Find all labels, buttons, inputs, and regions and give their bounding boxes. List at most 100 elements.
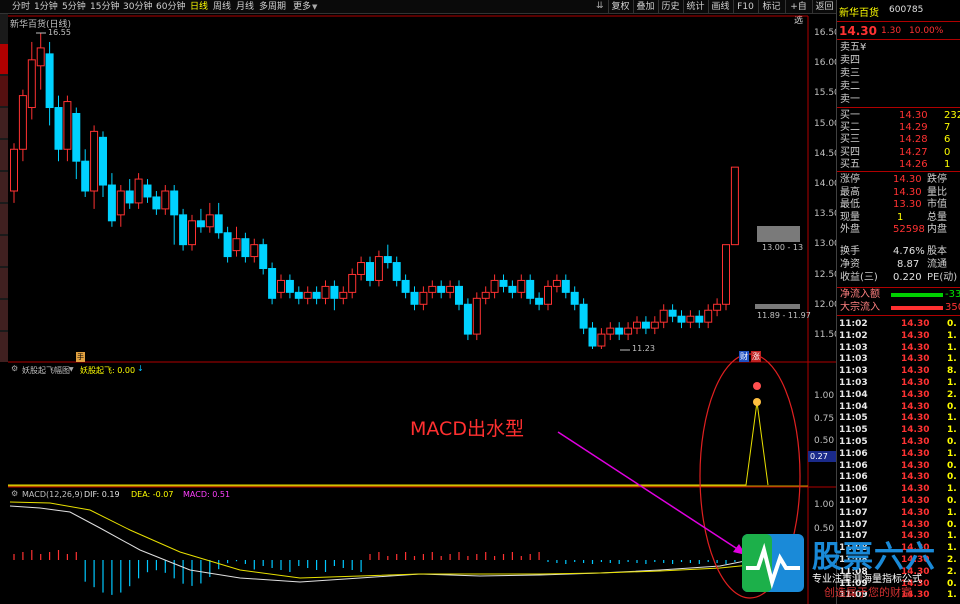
candle-body: [241, 238, 250, 258]
stat-row: 换手 4.76% 股本: [837, 246, 960, 258]
signal-marker-icon-2: [753, 398, 761, 406]
candle-body: [730, 166, 739, 246]
kline-chart[interactable]: [0, 0, 836, 604]
macd-axis-tick: 1.00: [814, 500, 835, 510]
event-badge[interactable]: 手: [76, 352, 85, 362]
sell-order-label: 卖一: [840, 94, 860, 105]
tick-volume: 0.: [947, 437, 957, 447]
tick-row: 11:06 14.30 1.: [837, 483, 960, 495]
buy-order-row: 买五 14.26 1: [837, 159, 960, 171]
tick-price: 14.30: [901, 366, 930, 377]
stat-label-2: 量比: [927, 186, 947, 198]
candlestick-series: [10, 33, 739, 349]
tick-time: 11:05: [839, 437, 868, 447]
candle-body: [659, 309, 668, 323]
tick-time: 11:05: [839, 425, 868, 436]
candle-body: [116, 190, 125, 216]
candle-body: [650, 321, 659, 329]
low-price-label: 11.23: [632, 344, 655, 353]
candle-body: [152, 196, 161, 210]
macd-annotation: MACD出水型: [410, 418, 524, 440]
macd-value: MACD: 0.51: [183, 490, 231, 499]
candle-body: [606, 327, 615, 335]
tick-volume: 0.: [947, 472, 957, 483]
tick-time: 11:07: [839, 507, 868, 518]
candle-body: [695, 315, 704, 323]
buy-order-price: 14.28: [899, 134, 928, 146]
candle-body: [722, 244, 730, 305]
buy-order-price: 14.26: [899, 158, 928, 170]
stat-value: 52598: [893, 224, 925, 236]
candle-body: [535, 297, 544, 305]
stat-label: 现量: [840, 211, 860, 223]
quote-panel: 新华百货 600785 14.30 1.30 10.00% 卖五¥ 卖四 卖三 卖二卖…: [836, 0, 960, 604]
tick-price: 14.30: [901, 378, 930, 388]
candle-body: [526, 279, 535, 299]
tick-price: 14.30: [901, 319, 930, 329]
sell-order-label: 卖三: [840, 68, 860, 79]
yaogu-indicator-line: [8, 401, 769, 486]
stat-label: 换手: [840, 246, 860, 257]
fund-flow-bar: [891, 293, 943, 297]
gear-icon-2[interactable]: ⚙: [11, 489, 18, 498]
limit-up-badge[interactable]: 涨: [751, 351, 761, 362]
candle-body: [383, 256, 392, 264]
candle-body: [134, 178, 143, 204]
candle-body: [285, 279, 294, 293]
candle-body: [36, 47, 45, 67]
stat-label-2: 流通: [927, 259, 947, 270]
brand-logo: 股票六六 专业注重测海量指标公式 创造属于您的财富: [740, 532, 940, 604]
sell-order-label: 卖二: [840, 81, 860, 92]
candle-body: [677, 315, 686, 323]
candle-body: [27, 59, 36, 109]
candle-body: [410, 291, 419, 305]
financial-badge[interactable]: 财: [739, 351, 749, 362]
tick-volume: 2.: [947, 566, 957, 577]
fund-flow-value: -331: [945, 289, 960, 300]
candle-body: [348, 273, 357, 293]
tick-volume: 0.: [947, 578, 957, 589]
buy-order-label: 买四: [840, 146, 860, 158]
candle-body: [446, 285, 455, 293]
tick-row: 11:06 14.30 0.: [837, 471, 960, 483]
sell-order-row: 卖二: [837, 81, 960, 93]
candle-body: [232, 238, 241, 252]
macd-title[interactable]: MACD(12,26,9): [22, 490, 83, 499]
fund-flow-value: 350: [945, 302, 960, 313]
candle-body: [463, 303, 472, 335]
indicator1-title[interactable]: 妖股起飞幅图: [22, 365, 70, 376]
candle-body: [196, 220, 205, 228]
signal-marker-icon: [753, 382, 761, 390]
range-label-lower: 11.89 - 11.97: [757, 311, 811, 320]
tick-row: 11:05 14.30 1.: [837, 424, 960, 436]
candle-body: [125, 190, 134, 204]
tick-volume: 1.: [947, 590, 957, 601]
tick-price: 14.30: [901, 401, 930, 412]
tick-row: 11:02 14.30 0.: [837, 318, 960, 330]
macd-dif: DIF: 0.19: [84, 490, 120, 499]
tick-row: 11:04 14.30 0.: [837, 401, 960, 413]
candle-body: [179, 214, 188, 246]
candle-body: [161, 190, 170, 210]
indicator1-axis-tick: 1.00: [814, 391, 835, 401]
candle-body: [214, 214, 223, 234]
logo-mark-icon: [742, 534, 804, 592]
tick-row: 11:03 14.30 1.: [837, 342, 960, 354]
tick-volume: 1.: [947, 330, 957, 341]
candle-body: [508, 285, 517, 293]
candle-body: [704, 309, 713, 323]
gear-icon[interactable]: ⚙: [11, 364, 18, 373]
tick-volume: 1.: [947, 378, 957, 388]
buy-order-price: 14.30: [899, 110, 928, 121]
buy-order-price: 14.27: [899, 146, 928, 158]
buy-order-row: 买四 14.27 0: [837, 147, 960, 159]
price-change-pct: 10.00%: [909, 26, 944, 36]
price-change: 1.30: [881, 26, 902, 36]
tick-price: 14.30: [901, 413, 930, 424]
tick-volume: 0.: [947, 496, 957, 506]
stat-label-2: 跌停: [927, 174, 947, 185]
fund-flow-bar: [891, 306, 943, 310]
candle-body: [374, 256, 383, 281]
stock-name: 新华百货: [839, 8, 879, 19]
tick-volume: 2.: [947, 389, 957, 400]
